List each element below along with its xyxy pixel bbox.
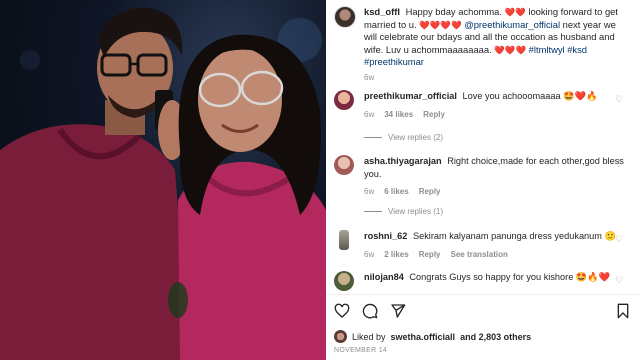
comment-item: roshni_62 Sekiram kalyanam panunga dress… (334, 230, 632, 261)
comment-text: Sekiram kalyanam panunga dress yedukanum (412, 231, 602, 241)
see-translation-button[interactable]: See translation (451, 249, 508, 262)
comment-likes[interactable]: 34 likes (384, 109, 413, 122)
post-date: NOVEMBER 14 (334, 347, 388, 354)
commenter-avatar[interactable] (339, 230, 349, 250)
comment-item: asha.thiyagarajan Right choice,made for … (334, 155, 632, 199)
comment-heart-icon[interactable]: ♡ (615, 159, 624, 169)
comment-icon[interactable] (362, 303, 378, 319)
heart-emoji-icon: ❤️❤️ (504, 7, 526, 17)
post-actions (334, 303, 406, 319)
caption-mention-link[interactable]: @preethikumar_official (464, 19, 560, 30)
comment-time: 6w (364, 249, 375, 259)
commenter-username[interactable]: roshni_62 (364, 231, 407, 241)
author-username[interactable]: ksd_offl (364, 6, 400, 17)
comment-time: 6w (364, 187, 375, 196)
view-replies-button[interactable]: View replies (1) (364, 207, 443, 216)
commenter-username[interactable]: preethikumar_official (364, 91, 457, 101)
reply-button[interactable]: Reply (423, 109, 445, 122)
post-photo[interactable] (0, 0, 326, 360)
commenter-avatar[interactable] (334, 155, 354, 175)
view-replies-button[interactable]: View replies (2) (364, 133, 443, 142)
caption-text: ksd_offl Happy bday achomma. ❤️❤️ lookin… (364, 6, 626, 69)
comment-emoji: 🤩🔥❤️ (575, 272, 611, 282)
reply-button[interactable]: Reply (419, 186, 441, 199)
comment-likes[interactable]: 6 likes (384, 186, 408, 199)
comment-time: 6w (364, 109, 375, 119)
post-caption: ksd_offl Happy bday achomma. ❤️❤️ lookin… (334, 6, 626, 82)
comment-heart-icon[interactable]: ♡ (615, 275, 624, 285)
bookmark-icon[interactable] (616, 303, 630, 319)
heart-emoji-icon: ❤️❤️❤️❤️ (419, 19, 462, 30)
caption-timestamp: 6w (364, 72, 375, 82)
post-footer: Liked by swetha.officiall and 2,803 othe… (326, 294, 640, 360)
comment-heart-icon[interactable]: ♡ (615, 234, 624, 244)
comment-emoji: 🤩❤️🔥 (563, 91, 598, 101)
commenter-username[interactable]: nilojan84 (364, 272, 404, 282)
liker-avatar[interactable] (334, 330, 347, 343)
liked-by: Liked by swetha.officiall and 2,803 othe… (334, 330, 531, 343)
heart-icon[interactable] (334, 303, 350, 319)
view-replies-label: View replies (2) (388, 133, 443, 142)
post-panel: ksd_offl Happy bday achomma. ❤️❤️ lookin… (326, 0, 640, 360)
share-icon[interactable] (390, 303, 406, 319)
comment-likes[interactable]: 2 likes (384, 249, 408, 262)
liked-by-user[interactable]: swetha.officiall (391, 332, 456, 342)
liked-by-prefix: Liked by (352, 331, 386, 342)
reply-button[interactable]: Reply (419, 249, 441, 262)
liked-by-count[interactable]: and 2,803 others (460, 332, 531, 342)
heart-emoji-icon: ❤️❤️❤️ (494, 44, 527, 55)
comment-heart-icon[interactable]: ♡ (615, 94, 624, 104)
comment-text: Congrats Guys so happy for you kishore (409, 272, 574, 282)
couple-photo-illustration (0, 7, 326, 360)
commenter-avatar[interactable] (334, 271, 354, 291)
commenter-avatar[interactable] (334, 90, 354, 110)
comment-text: Love you achooomaaaa (462, 91, 561, 101)
author-avatar[interactable] (334, 6, 356, 28)
view-replies-label: View replies (1) (388, 207, 443, 216)
commenter-username[interactable]: asha.thiyagarajan (364, 156, 442, 166)
comment-item: nilojan84 Congrats Guys so happy for you… (334, 271, 632, 291)
caption-part-1: Happy bday achomma. (405, 6, 502, 17)
comment-item: preethikumar_official Love you achooomaa… (334, 90, 632, 121)
